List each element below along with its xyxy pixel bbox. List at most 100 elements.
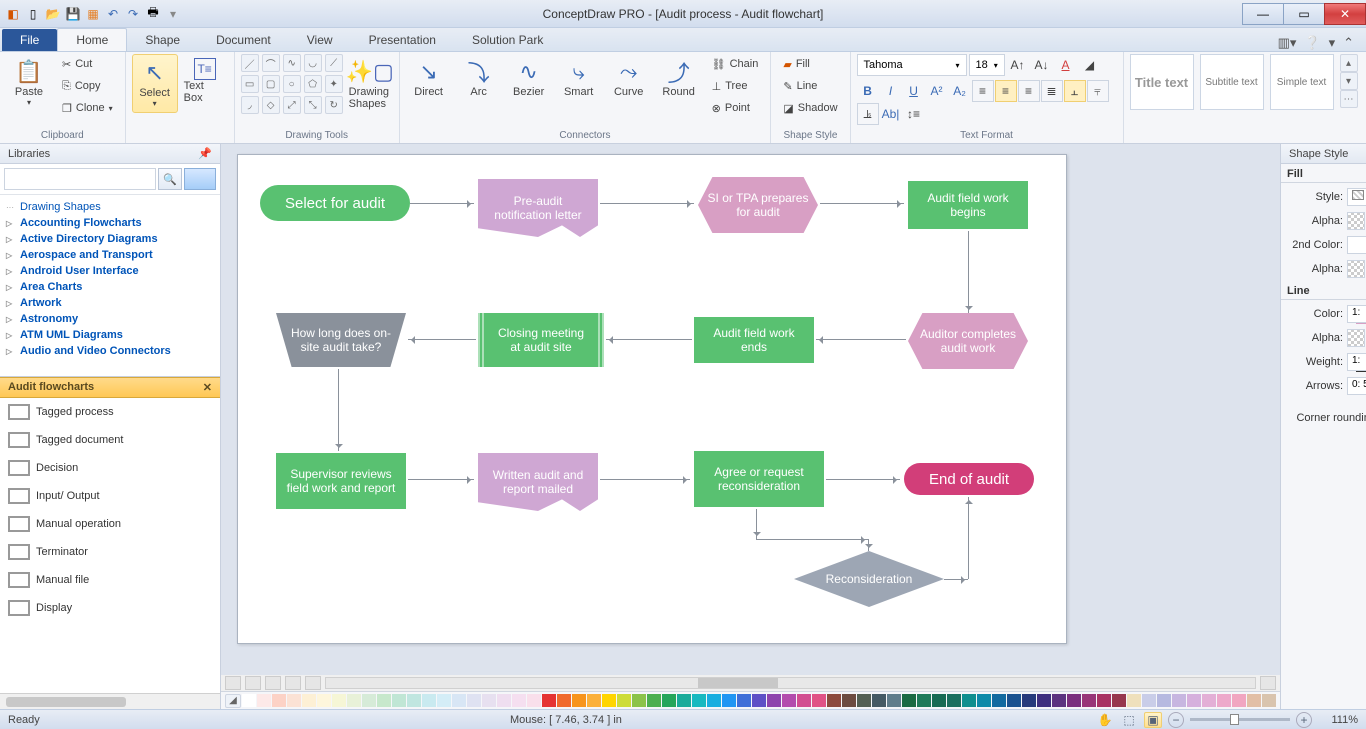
color-swatch[interactable] xyxy=(542,694,556,707)
italic-button[interactable]: I xyxy=(880,80,902,102)
color-swatch[interactable] xyxy=(932,694,946,707)
window-list-icon[interactable]: ▥▾ xyxy=(1278,35,1297,51)
color-swatch[interactable] xyxy=(962,694,976,707)
color-swatch[interactable] xyxy=(527,694,541,707)
color-swatch[interactable] xyxy=(257,694,271,707)
collapse-ribbon-icon[interactable]: ⌃ xyxy=(1343,35,1354,51)
app-icon[interactable]: ◧ xyxy=(4,5,22,23)
color-swatch[interactable] xyxy=(827,694,841,707)
move-tool-icon[interactable]: ⤢ xyxy=(283,96,301,114)
rect-tool-icon[interactable]: ▭ xyxy=(241,75,259,93)
decrease-font-icon[interactable]: A↓ xyxy=(1031,54,1053,76)
paste-button[interactable]: 📋Paste▾ xyxy=(6,54,52,111)
second-color-select[interactable]: ▾ xyxy=(1347,236,1366,254)
color-swatch[interactable] xyxy=(947,694,961,707)
view-toggle-button[interactable] xyxy=(184,168,216,190)
color-swatch[interactable] xyxy=(662,694,676,707)
pin-icon[interactable]: 📌 xyxy=(198,147,212,160)
leftpane-hscroll[interactable] xyxy=(0,693,220,709)
shape-reconsideration[interactable]: Reconsideration xyxy=(794,551,944,607)
connector-tool-icon[interactable]: ⟋ xyxy=(325,54,343,72)
font-size-select[interactable]: 18▾ xyxy=(969,54,1005,76)
print-icon[interactable]: 🖶 xyxy=(144,5,162,23)
increase-font-icon[interactable]: A↑ xyxy=(1007,54,1029,76)
library-item[interactable]: Accounting Flowcharts xyxy=(6,215,214,231)
round-button[interactable]: ⤴Round xyxy=(656,54,702,102)
library-item[interactable]: Android User Interface xyxy=(6,263,214,279)
color-swatch[interactable] xyxy=(287,694,301,707)
shape-audit-begins[interactable]: Audit field work begins xyxy=(908,181,1028,229)
stencil-item[interactable]: Tagged process xyxy=(0,398,220,426)
align-right-button[interactable]: ≡ xyxy=(1018,80,1040,102)
freeform-tool-icon[interactable]: ✦ xyxy=(325,75,343,93)
align-left-button[interactable]: ≡ xyxy=(972,80,994,102)
color-swatch[interactable] xyxy=(482,694,496,707)
color-swatch[interactable] xyxy=(632,694,646,707)
color-swatch[interactable] xyxy=(362,694,376,707)
select-button[interactable]: ↖Select▾ xyxy=(132,54,178,113)
font-select[interactable]: Tahoma▾ xyxy=(857,54,967,76)
textbox-button[interactable]: T≡Text Box xyxy=(182,54,228,108)
color-swatch[interactable] xyxy=(722,694,736,707)
color-swatch[interactable] xyxy=(392,694,406,707)
color-swatch[interactable] xyxy=(1142,694,1156,707)
shadow-button[interactable]: ◪Shadow xyxy=(777,98,843,118)
color-swatch[interactable] xyxy=(347,694,361,707)
stencil-item[interactable]: Decision xyxy=(0,454,220,482)
shape-closing-meeting[interactable]: Closing meeting at audit site xyxy=(478,313,604,367)
color-swatch[interactable] xyxy=(1112,694,1126,707)
curve-tool-icon[interactable]: ∿ xyxy=(283,54,301,72)
color-swatch[interactable] xyxy=(1202,694,1216,707)
color-swatch[interactable] xyxy=(737,694,751,707)
zoom-in-button[interactable]: + xyxy=(1296,712,1312,728)
shape-how-long[interactable]: How long does on-site audit take? xyxy=(276,313,406,367)
library-item[interactable]: Active Directory Diagrams xyxy=(6,231,214,247)
close-button[interactable]: ✕ xyxy=(1324,3,1366,25)
color-swatch[interactable] xyxy=(1022,694,1036,707)
color-swatch[interactable] xyxy=(407,694,421,707)
prev-page-button[interactable] xyxy=(245,676,261,690)
polygon-tool-icon[interactable]: ⬠ xyxy=(304,75,322,93)
color-swatch[interactable] xyxy=(992,694,1006,707)
color-swatch[interactable] xyxy=(302,694,316,707)
line-button[interactable]: ✎Line xyxy=(777,76,843,96)
color-swatch[interactable] xyxy=(557,694,571,707)
shape-field-work-ends[interactable]: Audit field work ends xyxy=(694,317,814,363)
library-search-input[interactable] xyxy=(4,168,156,190)
library-item[interactable]: Astronomy xyxy=(6,311,214,327)
bold-button[interactable]: B xyxy=(857,80,879,102)
highlight-icon[interactable]: ◢ xyxy=(1079,54,1101,76)
new-page-button[interactable] xyxy=(305,676,321,690)
shape-supervisor-reviews[interactable]: Supervisor reviews field work and report xyxy=(276,453,406,509)
superscript-button[interactable]: A² xyxy=(926,80,948,102)
redo-icon[interactable]: ↷ xyxy=(124,5,142,23)
text-settings-button[interactable]: Ab| xyxy=(880,103,902,125)
first-page-button[interactable] xyxy=(225,676,241,690)
library-item[interactable]: Artwork xyxy=(6,295,214,311)
stencil-item[interactable]: Input/ Output xyxy=(0,482,220,510)
shape-written-audit[interactable]: Written audit and report mailed xyxy=(478,453,598,511)
line-alpha-swatch[interactable] xyxy=(1347,329,1365,347)
zoom-out-button[interactable]: − xyxy=(1168,712,1184,728)
minimize-button[interactable]: — xyxy=(1242,3,1284,25)
alpha-swatch[interactable] xyxy=(1347,212,1365,230)
fill-style-select[interactable]: None▾ xyxy=(1347,188,1366,206)
file-tab[interactable]: File xyxy=(2,29,57,51)
presentation-tab[interactable]: Presentation xyxy=(351,29,454,51)
view-tab[interactable]: View xyxy=(289,29,351,51)
stencil-item[interactable]: Manual file xyxy=(0,566,220,594)
color-swatch[interactable] xyxy=(242,694,256,707)
color-swatch[interactable] xyxy=(1172,694,1186,707)
maximize-button[interactable]: ▭ xyxy=(1283,3,1325,25)
edit-tool-icon[interactable]: ◞ xyxy=(241,96,259,114)
line-spacing-button[interactable]: ↕≡ xyxy=(903,103,925,125)
copy-button[interactable]: ⎘Copy xyxy=(56,76,119,96)
clone-button[interactable]: ❐Clone▾ xyxy=(56,98,119,118)
arc-tool-icon[interactable]: ⌒ xyxy=(262,54,280,72)
color-swatch[interactable] xyxy=(452,694,466,707)
help-icon[interactable]: ❔ xyxy=(1304,35,1320,51)
color-swatch[interactable] xyxy=(1007,694,1021,707)
font-color-icon[interactable]: A xyxy=(1055,54,1077,76)
color-swatch[interactable] xyxy=(647,694,661,707)
fit-width-icon[interactable]: ⬚ xyxy=(1120,712,1138,728)
